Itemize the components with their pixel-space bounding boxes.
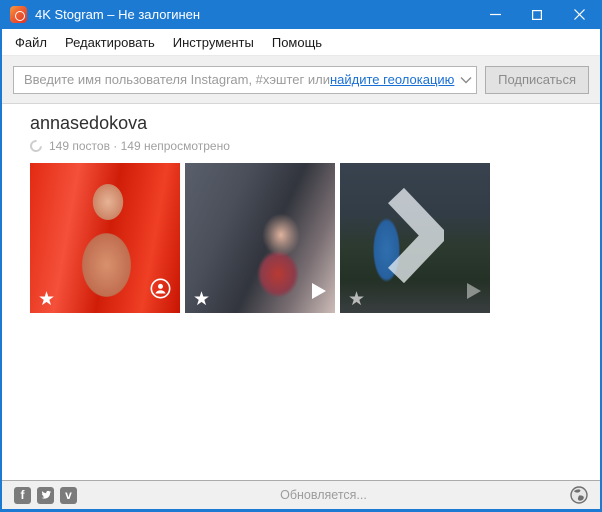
next-chevron-icon[interactable] [386,187,450,289]
favorite-star-icon[interactable]: ★ [193,290,210,309]
globe-icon[interactable] [570,486,588,504]
find-location-link[interactable]: найдите геолокацию [330,72,454,87]
app-window: 4K Stogram – Не залогинен Файл Редактиро… [0,0,602,512]
window-title: 4K Stogram – Не залогинен [35,7,201,22]
post-grid: ★ ★ ★ [30,163,600,313]
vimeo-icon[interactable]: v [60,486,77,504]
post-thumbnail-2[interactable]: ★ [185,163,335,313]
status-message: Обновляется... [280,488,367,502]
favorite-star-icon[interactable]: ★ [348,290,365,309]
subscribe-button[interactable]: Подписаться [485,65,589,94]
social-links: f v [14,486,77,504]
facebook-icon[interactable]: f [14,486,31,504]
search-placeholder: Введите имя пользователя Instagram, #хэш… [24,72,330,87]
close-button[interactable] [558,0,600,29]
status-bar: f v Обновляется... [2,480,600,509]
twitter-icon[interactable] [37,486,54,504]
titlebar: 4K Stogram – Не залогинен [2,0,600,29]
menu-bar: Файл Редактировать Инструменты Помощь [2,29,600,55]
play-icon [467,283,481,304]
play-icon [312,283,326,304]
account-meta: 149 постов · 149 непросмотрено [27,137,600,155]
account-username[interactable]: annasedokova [30,113,600,134]
favorite-star-icon[interactable]: ★ [38,290,55,309]
post-thumbnail-3[interactable]: ★ [340,163,490,313]
search-toolbar: Введите имя пользователя Instagram, #хэш… [2,55,600,104]
chevron-down-icon[interactable] [454,72,472,87]
tagged-user-icon [150,278,171,304]
menu-edit[interactable]: Редактировать [56,31,164,54]
maximize-button[interactable] [516,0,558,29]
refresh-spinner-icon [27,137,45,155]
menu-tools[interactable]: Инструменты [164,31,263,54]
main-content: annasedokova 149 постов · 149 непросмотр… [2,104,600,480]
menu-file[interactable]: Файл [6,31,56,54]
search-input[interactable]: Введите имя пользователя Instagram, #хэш… [13,65,478,94]
menu-help[interactable]: Помощь [263,31,331,54]
minimize-button[interactable] [474,0,516,29]
account-stats: 149 постов · 149 непросмотрено [49,139,230,153]
post-thumbnail-1[interactable]: ★ [30,163,180,313]
app-logo-icon [10,6,27,23]
